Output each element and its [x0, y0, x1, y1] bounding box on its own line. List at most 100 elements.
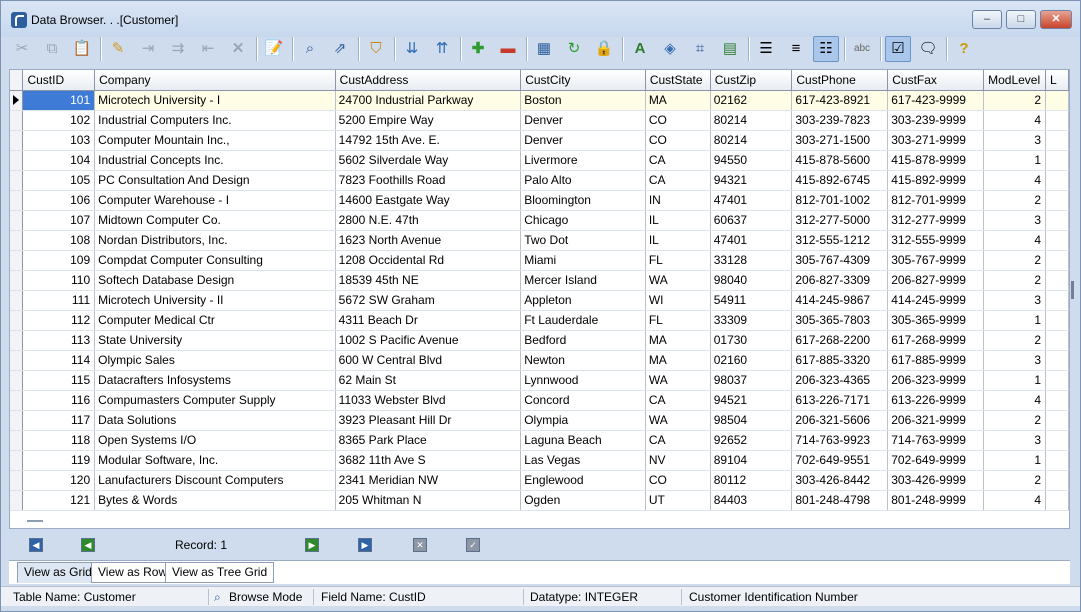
insert-row-icon[interactable]: ⇥ [135, 36, 161, 62]
table-cell[interactable]: Datacrafters Infosystems [94, 370, 336, 391]
table-row[interactable]: 106 Computer Warehouse - I 14600 Eastgate … [10, 190, 1069, 211]
row-indicator[interactable] [10, 410, 24, 431]
table-cell[interactable]: 3 [983, 430, 1047, 451]
table-cell[interactable]: 812-701-9999 [887, 190, 985, 211]
table-cell[interactable]: 414-245-9999 [887, 290, 985, 311]
table-row[interactable]: 112 Computer Medical Ctr 4311 Beach Dr Ft L… [10, 310, 1069, 331]
table-cell[interactable] [1045, 150, 1069, 171]
table-cell[interactable]: MA [645, 350, 711, 371]
row-indicator[interactable] [10, 290, 24, 311]
table-cell[interactable]: 415-878-9999 [887, 150, 985, 171]
column-header[interactable]: CustCity [520, 70, 646, 91]
table-cell[interactable]: 2 [983, 250, 1047, 271]
table-cell[interactable]: Livermore [520, 150, 646, 171]
column-header[interactable]: CustZip [710, 70, 793, 91]
table-cell[interactable]: Lanufacturers Discount Computers [94, 470, 336, 491]
refresh-data-icon[interactable]: ▦ [531, 36, 557, 62]
table-cell[interactable]: 98040 [710, 270, 793, 291]
table-cell[interactable] [1045, 190, 1069, 211]
table-cell[interactable]: 206-323-9999 [887, 370, 985, 391]
delete-row-icon[interactable]: ⇤ [195, 36, 221, 62]
table-cell[interactable]: 617-423-9999 [887, 90, 985, 111]
table-row[interactable]: 117 Data Solutions 3923 Pleasant Hill Dr Ol… [10, 410, 1069, 431]
table-cell[interactable] [1045, 370, 1069, 391]
table-cell[interactable] [1045, 470, 1069, 491]
table-cell[interactable]: 1 [983, 150, 1047, 171]
table-cell[interactable]: 108 [22, 230, 96, 251]
prior-record-icon[interactable]: ◀ [81, 538, 95, 552]
table-cell[interactable]: 1002 S Pacific Avenue [335, 330, 522, 351]
fill-color-icon[interactable]: ◈ [657, 36, 683, 62]
maximize-button[interactable]: □ [1006, 10, 1036, 29]
table-cell[interactable] [1045, 290, 1069, 311]
column-header[interactable]: CustID [22, 70, 96, 91]
row-indicator[interactable] [10, 350, 24, 371]
table-cell[interactable] [1045, 410, 1069, 431]
row-indicator[interactable] [10, 270, 24, 291]
table-cell[interactable]: Data Solutions [94, 410, 336, 431]
requery-icon[interactable]: ↻ [561, 36, 587, 62]
row-indicator[interactable] [10, 110, 24, 131]
table-cell[interactable]: UT [645, 490, 711, 511]
table-cell[interactable]: 2 [983, 410, 1047, 431]
table-row[interactable]: 109 Compdat Computer Consulting 1208 Occid… [10, 250, 1069, 271]
table-cell[interactable]: 11033 Webster Blvd [335, 390, 522, 411]
table-cell[interactable]: Chicago [520, 210, 646, 231]
table-cell[interactable]: CA [645, 390, 711, 411]
view-edit-icon[interactable]: ☑ [885, 35, 911, 62]
table-cell[interactable]: NV [645, 450, 711, 471]
table-cell[interactable]: 101 [22, 90, 96, 111]
post-edit-icon[interactable]: ✓ [466, 538, 480, 552]
table-cell[interactable]: Compdat Computer Consulting [94, 250, 336, 271]
table-row[interactable]: 115 Datacrafters Infosystems 62 Main St Lyn… [10, 370, 1069, 391]
table-cell[interactable]: 305-767-4309 [791, 250, 889, 271]
tab-view-as-tree-grid[interactable]: View as Tree Grid [165, 562, 275, 583]
table-cell[interactable]: CO [645, 470, 711, 491]
table-cell[interactable]: 3682 11th Ave S [335, 450, 522, 471]
table-cell[interactable]: 110 [22, 270, 96, 291]
table-cell[interactable]: 103 [22, 130, 96, 151]
table-cell[interactable]: 617-885-9999 [887, 350, 985, 371]
row-indicator[interactable] [10, 470, 24, 491]
table-cell[interactable]: 4 [983, 390, 1047, 411]
table-cell[interactable]: 2 [983, 270, 1047, 291]
table-cell[interactable]: 102 [22, 110, 96, 131]
table-cell[interactable]: 33128 [710, 250, 793, 271]
table-cell[interactable]: 312-555-9999 [887, 230, 985, 251]
row-indicator[interactable] [10, 90, 24, 111]
add-icon[interactable]: ✚ [465, 36, 491, 62]
column-header[interactable]: L [1045, 70, 1069, 91]
table-cell[interactable]: 3 [983, 210, 1047, 231]
table-cell[interactable]: 107 [22, 210, 96, 231]
table-cell[interactable]: 94521 [710, 390, 793, 411]
table-cell[interactable]: 303-239-9999 [887, 110, 985, 131]
table-cell[interactable]: WA [645, 270, 711, 291]
table-cell[interactable]: 206-323-4365 [791, 370, 889, 391]
table-cell[interactable]: Midtown Computer Co. [94, 210, 336, 231]
table-cell[interactable]: Lynnwood [520, 370, 646, 391]
table-cell[interactable] [1045, 490, 1069, 511]
table-cell[interactable]: 2341 Meridian NW [335, 470, 522, 491]
table-cell[interactable]: 47401 [710, 190, 793, 211]
first-record-icon[interactable]: ◀ [29, 538, 43, 552]
table-row[interactable]: 105 PC Consultation And Design 7823 Foothi… [10, 170, 1069, 191]
table-cell[interactable]: FL [645, 310, 711, 331]
sort-ascending-icon[interactable]: ⇊ [399, 36, 425, 62]
table-cell[interactable]: 206-827-9999 [887, 270, 985, 291]
table-cell[interactable]: 206-321-5606 [791, 410, 889, 431]
column-header[interactable]: CustFax [887, 70, 985, 91]
row-indicator[interactable] [10, 250, 24, 271]
table-cell[interactable]: CO [645, 110, 711, 131]
table-row[interactable]: 121 Bytes & Words 205 Whitman N Ogden UT 8440… [10, 490, 1069, 511]
table-cell[interactable] [1045, 450, 1069, 471]
table-cell[interactable]: 1 [983, 450, 1047, 471]
column-header[interactable]: CustState [645, 70, 711, 91]
cut-icon[interactable]: ✂ [9, 36, 35, 62]
table-cell[interactable]: 105 [22, 170, 96, 191]
row-indicator[interactable] [10, 390, 24, 411]
tab-view-as-row[interactable]: View as Row [91, 562, 175, 583]
table-cell[interactable]: 14600 Eastgate Way [335, 190, 522, 211]
table-cell[interactable]: Laguna Beach [520, 430, 646, 451]
table-cell[interactable]: 3 [983, 130, 1047, 151]
table-cell[interactable]: 312-277-5000 [791, 210, 889, 231]
